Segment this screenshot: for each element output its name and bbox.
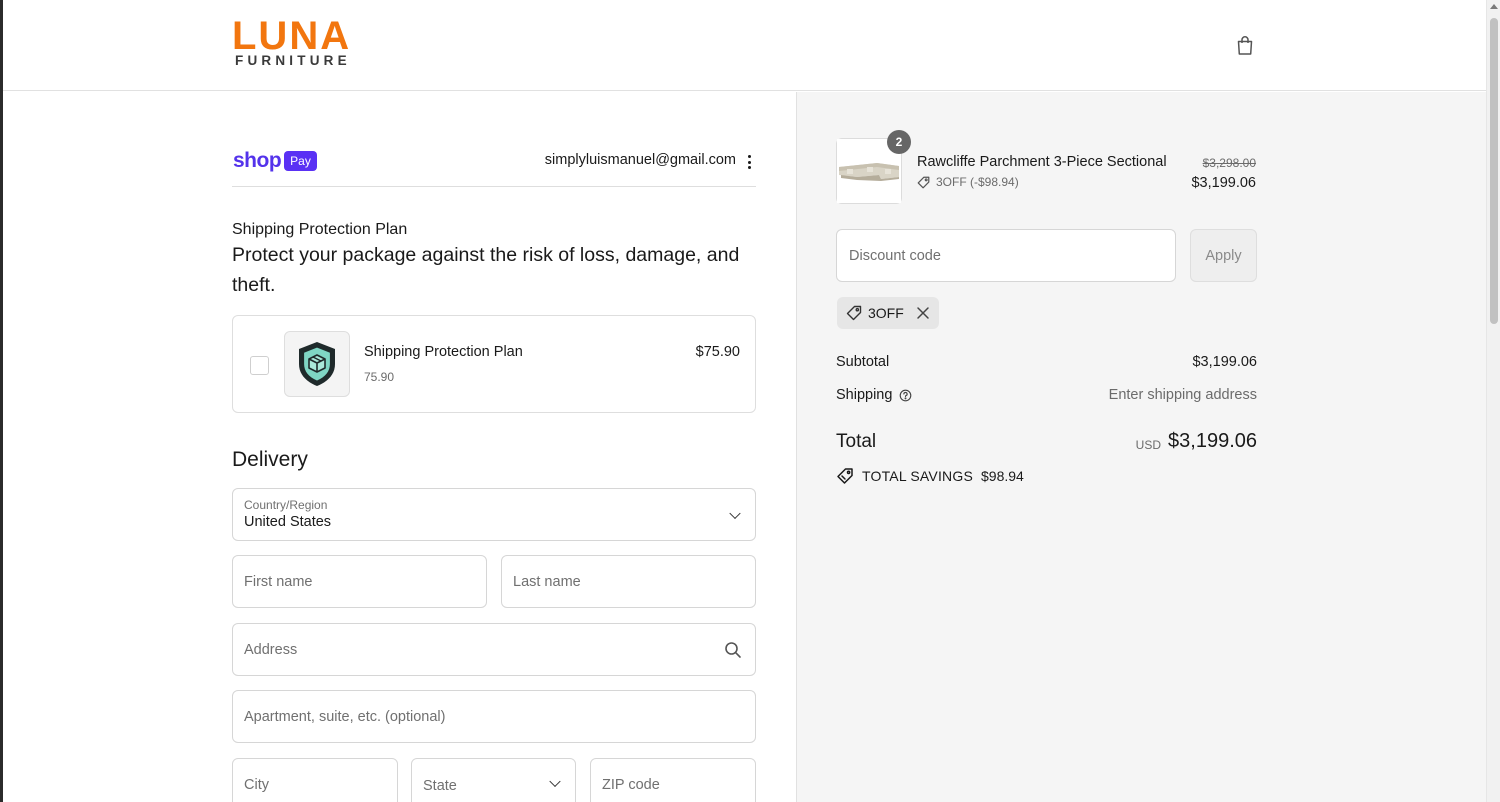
protection-item-subtext: 75.90 xyxy=(364,370,395,384)
address-placeholder: Address xyxy=(244,641,298,658)
protection-description: Protect your package against the risk of… xyxy=(232,244,740,296)
shipping-label: Shipping xyxy=(836,387,893,403)
city-placeholder: City xyxy=(244,776,269,793)
shop-pay-button[interactable]: shop Pay xyxy=(233,148,317,174)
total-savings-label: TOTAL SAVINGS xyxy=(862,468,973,484)
product-discount-label: 3OFF (-$98.94) xyxy=(936,175,1019,189)
subtotal-value: $3,199.06 xyxy=(1192,354,1257,370)
protection-item-name: Shipping Protection Plan xyxy=(364,344,523,360)
protection-heading: Shipping Protection Plan xyxy=(232,221,408,238)
product-name: Rawcliffe Parchment 3-Piece Sectional xyxy=(917,154,1167,170)
brand-logo-subtitle: FURNITURE xyxy=(235,53,351,68)
scroll-up-arrow-icon[interactable] xyxy=(1490,4,1498,9)
more-vertical-icon[interactable] xyxy=(742,153,756,171)
applied-discount-code: 3OFF xyxy=(868,305,904,321)
address-field[interactable]: Address xyxy=(232,623,756,676)
first-name-placeholder: First name xyxy=(244,573,313,590)
protection-item-price: $75.90 xyxy=(695,344,740,360)
divider xyxy=(232,186,756,187)
close-icon[interactable] xyxy=(916,306,930,320)
country-select[interactable]: Country/Region United States xyxy=(232,488,756,541)
product-original-price: $3,298.00 xyxy=(1202,156,1256,170)
chevron-down-icon xyxy=(729,507,741,519)
country-select-value: United States xyxy=(244,514,332,530)
brand-logo[interactable]: LUNA FURNITURE xyxy=(232,14,374,72)
zip-field[interactable]: ZIP code xyxy=(590,758,756,802)
discount-code-placeholder: Discount code xyxy=(849,248,941,264)
total-savings-value: $98.94 xyxy=(981,468,1024,484)
product-price: $3,199.06 xyxy=(1191,175,1256,191)
apply-discount-button[interactable]: Apply xyxy=(1190,229,1257,282)
protection-offer-card[interactable]: Shipping Protection Plan 75.90 $75.90 xyxy=(232,315,756,413)
delivery-heading: Delivery xyxy=(232,448,308,471)
city-field[interactable]: City xyxy=(232,758,398,802)
search-icon[interactable] xyxy=(724,641,742,659)
savings-tag-icon xyxy=(837,468,853,484)
shop-pay-wordmark: shop xyxy=(233,149,282,172)
shipping-row-label: Shipping xyxy=(836,387,912,403)
total-savings: TOTAL SAVINGS $98.94 xyxy=(836,467,1024,485)
tag-icon xyxy=(846,305,862,321)
account-email: simplyluismanuel@gmail.com xyxy=(544,152,736,168)
state-select[interactable]: State xyxy=(411,758,576,802)
shop-pay-badge: Pay xyxy=(284,151,317,171)
cart-button[interactable] xyxy=(1233,34,1257,58)
zip-placeholder: ZIP code xyxy=(602,776,660,793)
protection-checkbox[interactable] xyxy=(250,356,269,375)
state-placeholder: State xyxy=(423,778,457,794)
scrollbar-thumb[interactable] xyxy=(1490,18,1498,324)
discount-code-field[interactable]: Discount code xyxy=(836,229,1176,282)
quantity-badge: 2 xyxy=(887,130,911,154)
shield-package-icon xyxy=(299,342,335,386)
applied-discount-chip: 3OFF xyxy=(837,297,939,329)
country-select-label: Country/Region xyxy=(244,498,328,512)
last-name-field[interactable]: Last name xyxy=(501,555,756,608)
shipping-value: Enter shipping address xyxy=(1108,387,1257,403)
protection-thumbnail xyxy=(284,331,350,397)
page-scrollbar[interactable] xyxy=(1486,0,1500,802)
chevron-down-icon xyxy=(549,775,561,788)
apartment-placeholder: Apartment, suite, etc. (optional) xyxy=(244,708,446,725)
brand-logo-name: LUNA xyxy=(232,14,352,58)
last-name-placeholder: Last name xyxy=(513,573,581,590)
total-label: Total xyxy=(836,431,877,452)
first-name-field[interactable]: First name xyxy=(232,555,487,608)
subtotal-label: Subtotal xyxy=(836,354,890,370)
shopping-bag-icon xyxy=(1237,36,1253,55)
total-currency: USD xyxy=(1135,438,1161,452)
site-header: LUNA FURNITURE xyxy=(3,0,1486,91)
tag-icon xyxy=(917,176,930,188)
help-circle-icon[interactable] xyxy=(899,389,912,402)
total-value: $3,199.06 xyxy=(1168,430,1257,452)
apartment-field[interactable]: Apartment, suite, etc. (optional) xyxy=(232,690,756,743)
product-discount: 3OFF (-$98.94) xyxy=(917,175,1019,189)
window-frame-edge xyxy=(0,0,3,802)
